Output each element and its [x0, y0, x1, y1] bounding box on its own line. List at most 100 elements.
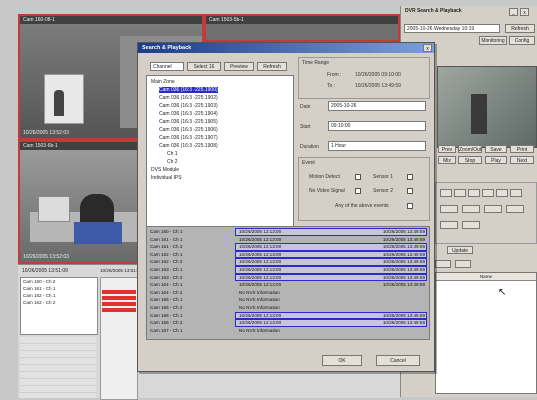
preview-video — [437, 66, 537, 148]
window-close-button[interactable]: x — [520, 8, 529, 16]
play-button[interactable]: Play — [485, 156, 507, 164]
tree-node[interactable]: DVS Module — [151, 167, 179, 173]
small-button-a[interactable] — [435, 260, 451, 268]
result-row[interactable]: Cam 160 - Ch 1 10/26/2005 12:13:00 10/26/2… — [147, 228, 429, 236]
result-row[interactable]: Cam 166 - Ch 1 10/26/2005 12:13:00 10/26/2… — [147, 311, 429, 320]
preview-scene-person — [471, 94, 487, 134]
camera-scene-door — [44, 74, 84, 124]
ctrl-button-4[interactable] — [482, 189, 494, 197]
save-button[interactable]: Save — [485, 145, 507, 153]
result-row[interactable]: Cam 161 - Ch 1 10/26/2005 12:13:00 10/26/2… — [147, 236, 429, 244]
result-row[interactable]: Cam 165 - Ch 1 No NVS Information — [147, 296, 429, 304]
result-cell-right: 10/26/2005 13:49:59 — [382, 267, 425, 272]
ctrl-button-6[interactable] — [510, 189, 522, 197]
to-value: 10/26/2005 13:49:59 — [355, 83, 401, 89]
ctrl-button-8[interactable] — [462, 205, 480, 213]
ctrl-button-11[interactable] — [440, 221, 458, 229]
start-field[interactable]: 09:10:00 — [328, 121, 426, 131]
camera-timestamp: 10/26/2005 13:52:03 — [23, 130, 69, 136]
camera-tree[interactable]: Main Zone Cam 036 (16:3 -225.1900) Cam 036… — [146, 75, 294, 227]
ctrl-button-9[interactable] — [484, 205, 502, 213]
tree-node[interactable]: Individual IPS — [151, 175, 182, 181]
result-cell-right: 10/26/2005 13:49:59 — [382, 282, 425, 288]
sensor2-checkbox[interactable] — [407, 188, 413, 194]
ctrl-button-3[interactable] — [468, 189, 480, 197]
ctrl-button-2[interactable] — [454, 189, 466, 197]
result-cell-cam: Cam 167 - Ch 1 — [150, 327, 183, 333]
novideo-checkbox[interactable] — [355, 188, 361, 194]
tree-node[interactable]: Main Zone — [151, 79, 175, 85]
date-label: Date — [300, 104, 311, 110]
any-events-checkbox[interactable] — [407, 203, 413, 209]
result-row[interactable]: Cam 161 - Ch 2 10/26/2005 12:13:00 10/26/2… — [147, 243, 429, 251]
name-list[interactable]: Name ↖ — [435, 272, 537, 394]
event-item[interactable]: Cam 162 - Ch 2 — [23, 300, 55, 305]
time-range-group: Time Range From : 10/26/2005 09:10:00 To… — [298, 57, 430, 99]
refresh-button[interactable]: Refresh — [257, 62, 287, 71]
dialog-close-button[interactable]: x — [423, 44, 432, 52]
result-cell-cam: Cam 164 - Ch 2 — [150, 289, 183, 295]
zoom-button[interactable]: Zoom/Out — [458, 145, 482, 153]
result-row[interactable]: Cam 164 - Ch 2 No NVS Information — [147, 289, 429, 297]
camera-tile-2[interactable]: Cam 1503-5b-1 — [204, 14, 400, 42]
result-row[interactable]: Cam 167 - Ch 1 No NVS Information — [147, 327, 429, 335]
result-cell-right: 10/26/2005 13:49:59 — [382, 244, 425, 250]
tree-node[interactable]: Cam 036 (16:3 -225.1906) — [159, 127, 218, 133]
next-button[interactable]: Next — [510, 156, 534, 164]
event-item[interactable]: Cam 160 - Ch 2 — [23, 279, 55, 284]
tree-node[interactable]: Cam 036 (16:3 -225.1900) — [159, 87, 218, 93]
result-row[interactable]: Cam 163 - Ch 2 10/26/2005 12:13:00 10/26/2… — [147, 273, 429, 282]
results-table[interactable]: Cam 160 - Ch 1 10/26/2005 12:13:00 10/26/2… — [146, 226, 430, 340]
result-row[interactable]: Cam 163 - Ch 1 10/26/2005 12:13:00 10/26/2… — [147, 266, 429, 274]
print-button[interactable]: Print — [510, 145, 534, 153]
duration-select[interactable]: 1 Hour — [328, 141, 426, 151]
preview-button[interactable]: Preview — [224, 62, 254, 71]
stop-button[interactable]: Stop — [458, 156, 482, 164]
tree-node[interactable]: Cam 036 (16:3 -225.1905) — [159, 119, 218, 125]
motion-label: Motion Detect — [309, 174, 340, 180]
mix-button[interactable]: Mix — [438, 156, 456, 164]
result-cell-cam: Cam 163 - Ch 2 — [150, 274, 183, 280]
ctrl-button-7[interactable] — [440, 205, 458, 213]
start-label: Start — [300, 124, 311, 130]
prev-button[interactable]: Prev — [438, 145, 456, 153]
tree-node[interactable]: Cam 036 (16:3 -225.1907) — [159, 135, 218, 141]
result-row[interactable]: Cam 166 - Ch 2 10/26/2005 12:13:00 10/26/2… — [147, 319, 429, 327]
small-button-b[interactable] — [455, 260, 471, 268]
motion-checkbox[interactable] — [355, 174, 361, 180]
date-field[interactable]: 2005-10-26 — [328, 101, 426, 111]
config-button[interactable]: Config — [509, 36, 535, 45]
refresh-button[interactable]: Refresh — [505, 24, 535, 33]
result-row[interactable]: Cam 165 - Ch 2 No NVS Information — [147, 304, 429, 312]
result-cell-right: 10/26/2005 13:49:59 — [382, 236, 425, 242]
event-group: Event Motion Detect Sensor 1 No Video Si… — [298, 157, 430, 221]
ok-button[interactable]: OK — [322, 355, 362, 366]
result-row[interactable]: Cam 162 - Ch 2 10/26/2005 12:13:00 10/26/2… — [147, 258, 429, 266]
tree-node[interactable]: Ch 1 — [167, 151, 178, 157]
tree-node[interactable]: Cam 036 (16:3 -225.1903) — [159, 103, 218, 109]
window-minimize-button[interactable]: _ — [509, 8, 518, 16]
result-cell-info: 10/26/2005 12:13:00 — [239, 312, 282, 318]
update-button[interactable]: Update — [447, 246, 473, 254]
tree-node[interactable]: Ch 2 — [167, 159, 178, 165]
ctrl-button-10[interactable] — [506, 205, 524, 213]
sensor1-checkbox[interactable] — [407, 174, 413, 180]
result-cell-info: 10/26/2005 12:13:00 — [239, 267, 282, 272]
select-all-button[interactable]: Select 16 — [187, 62, 221, 71]
time-range-title: Time Range — [302, 60, 330, 66]
tree-node[interactable]: Cam 036 (16:3 -225.1904) — [159, 111, 218, 117]
control-group — [435, 182, 537, 244]
ctrl-button-1[interactable] — [440, 189, 452, 197]
monitoring-button[interactable]: Monitoring — [479, 36, 507, 45]
channel-select[interactable]: Channel — [150, 62, 184, 71]
result-row[interactable]: Cam 164 - Ch 1 10/26/2005 12:13:00 10/26/2… — [147, 281, 429, 289]
tree-node[interactable]: Cam 036 (16:3 -225.1902) — [159, 95, 218, 101]
ctrl-button-12[interactable] — [462, 221, 480, 229]
date-field[interactable]: 2005-10-26 Wednesday 10:19 — [404, 24, 500, 33]
result-row[interactable]: Cam 162 - Ch 1 10/26/2005 12:13:00 10/26/2… — [147, 250, 429, 259]
event-item[interactable]: Cam 161 - Ch 1 — [23, 286, 55, 291]
event-item[interactable]: Cam 162 - Ch 1 — [23, 293, 55, 298]
cancel-button[interactable]: Cancel — [376, 355, 420, 366]
ctrl-button-5[interactable] — [496, 189, 508, 197]
tree-node[interactable]: Cam 036 (16:3 -225.1908) — [159, 143, 218, 149]
